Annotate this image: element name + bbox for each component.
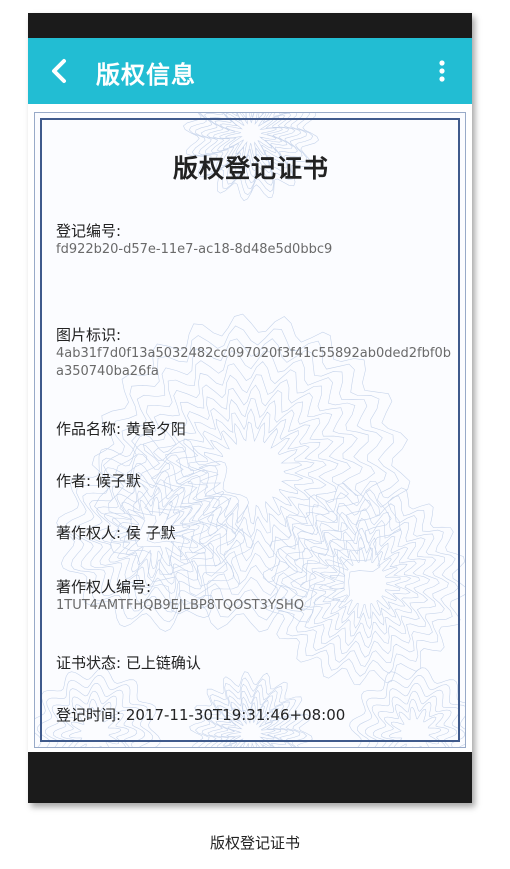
registration-number-field: 登记编号: fd922b20-d57e-11e7-ac18-8d48e5d0bb… — [56, 221, 456, 259]
work-name-field: 作品名称: 黄昏夕阳 — [56, 419, 456, 439]
app-bar: 版权信息 — [28, 38, 472, 104]
image-caption: 版权登记证书 — [209, 834, 300, 852]
certificate: 版权登记证书 登记编号: fd922b20-d57e-11e7-ac18-8d4… — [34, 112, 466, 748]
copyright-owner: 著作权人: 侯 子默 — [56, 524, 176, 542]
image-id-value: 4ab31f7d0f13a5032482cc097020f3f41c55892a… — [56, 346, 451, 379]
owner-number-value: 1TUT4AMTFHQB9EJLBP8TQOST3YSHQ — [56, 598, 305, 613]
work-name: 作品名称: 黄昏夕阳 — [56, 420, 186, 438]
navigation-bar — [28, 752, 472, 803]
phone-frame: 版权信息 版权登记证书 登记编号: fd922b20-d57e-11e7-ac1… — [28, 13, 472, 803]
registration-number-label: 登记编号: — [56, 222, 122, 240]
registration-number-value: fd922b20-d57e-11e7-ac18-8d48e5d0bbc9 — [56, 242, 333, 257]
image-id-label: 图片标识: — [56, 326, 122, 344]
status-bar — [28, 13, 472, 38]
owner-number-field: 著作权人编号: 1TUT4AMTFHQB9EJLBP8TQOST3YSHQ — [56, 577, 456, 615]
content-area: 版权登记证书 登记编号: fd922b20-d57e-11e7-ac18-8d4… — [28, 104, 472, 752]
chevron-left-icon[interactable] — [46, 57, 74, 85]
status-field: 证书状态: 已上链确认 — [56, 653, 456, 673]
copyright-owner-field: 著作权人: 侯 子默 — [56, 523, 456, 543]
image-id-field: 图片标识: 4ab31f7d0f13a5032482cc097020f3f41c… — [56, 325, 456, 381]
owner-number-label: 著作权人编号: — [56, 578, 152, 596]
certificate-title: 版权登记证书 — [172, 154, 329, 183]
registration-time: 登记时间: 2017-11-30T19:31:46+08:00 — [56, 706, 346, 724]
more-vertical-icon[interactable] — [434, 58, 450, 84]
author: 作者: 候子默 — [56, 472, 141, 490]
page-title: 版权信息 — [96, 61, 196, 89]
registration-time-field: 登记时间: 2017-11-30T19:31:46+08:00 — [56, 705, 456, 725]
certificate-status: 证书状态: 已上链确认 — [56, 654, 201, 672]
author-field: 作者: 候子默 — [56, 471, 456, 491]
